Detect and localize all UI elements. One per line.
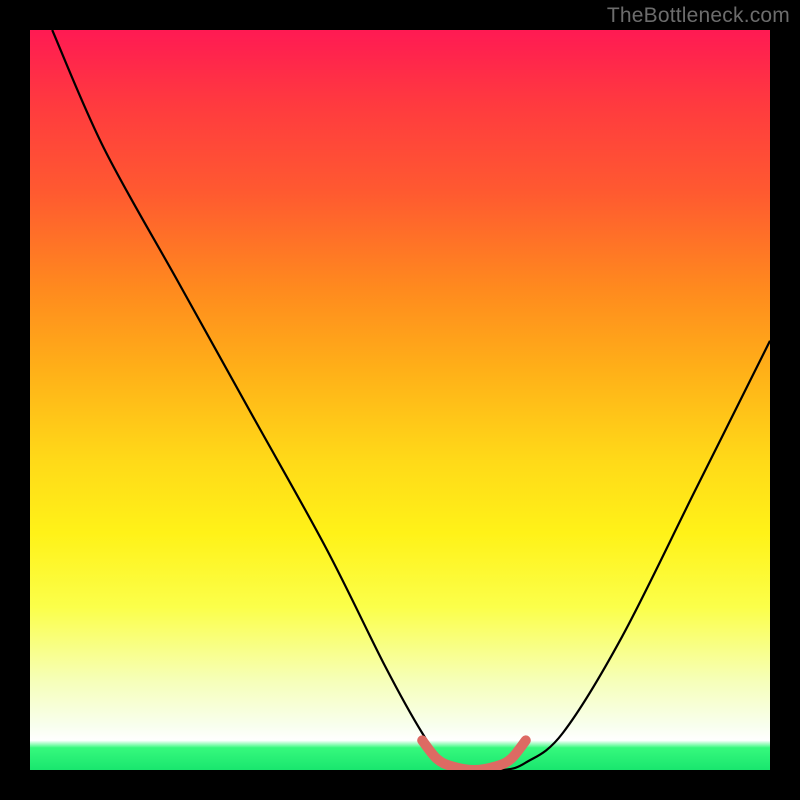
plot-area (30, 30, 770, 770)
bottleneck-curve (52, 30, 770, 770)
watermark-text: TheBottleneck.com (607, 4, 790, 28)
minimum-highlight (422, 740, 526, 770)
curve-layer (30, 30, 770, 770)
chart-frame: TheBottleneck.com (0, 0, 800, 800)
